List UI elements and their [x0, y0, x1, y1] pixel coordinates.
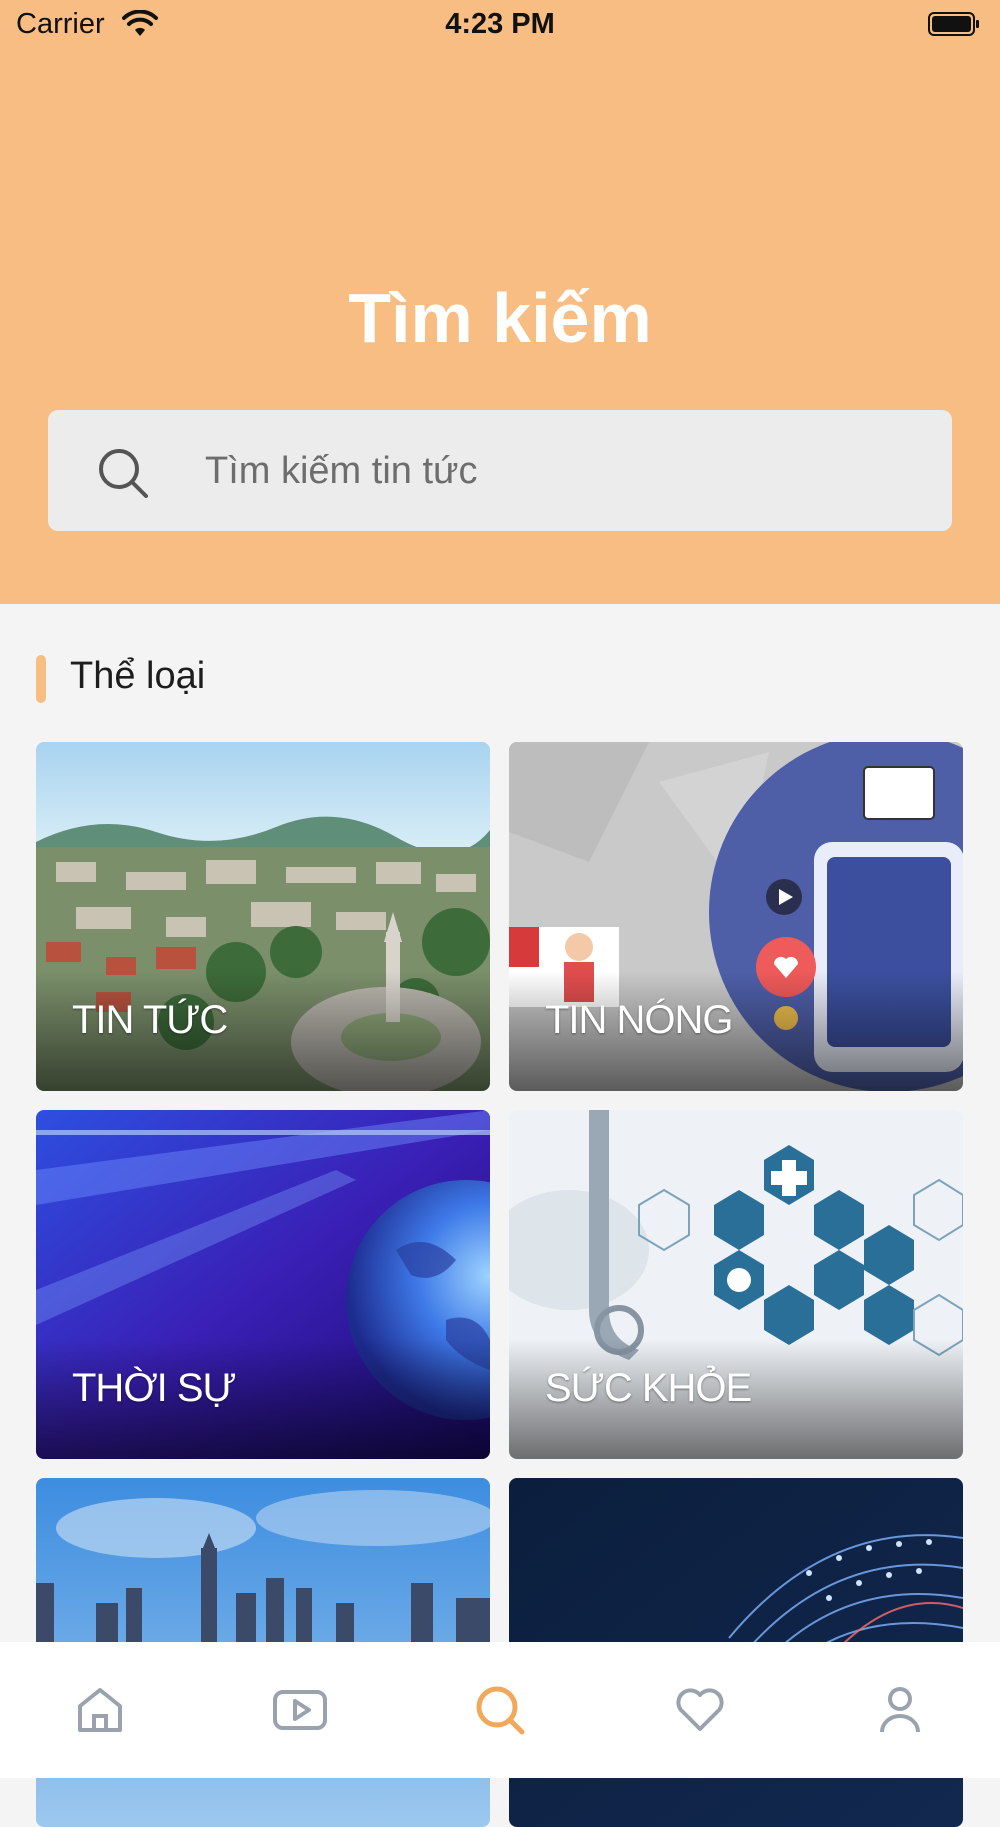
category-card-suc-khoe[interactable]: SỨC KHỎE — [509, 1110, 963, 1459]
home-icon — [78, 1688, 122, 1732]
search-icon — [476, 1686, 525, 1735]
category-card-thoi-su[interactable]: THỜI SỰ — [36, 1110, 490, 1459]
search-input[interactable] — [203, 410, 927, 533]
tab-video[interactable] — [272, 1682, 328, 1738]
section-title: Thể loại — [70, 655, 206, 697]
tab-profile[interactable] — [872, 1682, 928, 1738]
search-bar[interactable] — [48, 410, 952, 533]
battery-icon — [928, 12, 979, 36]
header: Carrier 4:23 PM Tìm kiếm — [0, 0, 1000, 604]
category-label: TIN TỨC — [72, 998, 228, 1042]
video-icon — [273, 1690, 327, 1730]
section-accent — [36, 655, 46, 703]
category-card-tin-tuc[interactable]: TIN TỨC — [36, 742, 490, 1091]
status-bar: Carrier 4:23 PM — [0, 0, 1000, 52]
user-icon — [880, 1687, 920, 1733]
tab-bar — [0, 1642, 1000, 1778]
page-title: Tìm kiếm — [348, 279, 652, 357]
status-time: 4:23 PM — [445, 8, 555, 40]
category-label: SỨC KHỎE — [545, 1366, 752, 1410]
category-card-tin-nong[interactable]: TIN NÓNG — [509, 742, 963, 1091]
search-icon — [99, 449, 148, 498]
tab-favorites[interactable] — [672, 1682, 728, 1738]
category-label: THỜI SỰ — [72, 1366, 237, 1410]
category-label: TIN NÓNG — [545, 998, 734, 1042]
tab-search[interactable] — [472, 1682, 528, 1738]
heart-icon — [676, 1688, 724, 1731]
tab-home[interactable] — [72, 1682, 128, 1738]
